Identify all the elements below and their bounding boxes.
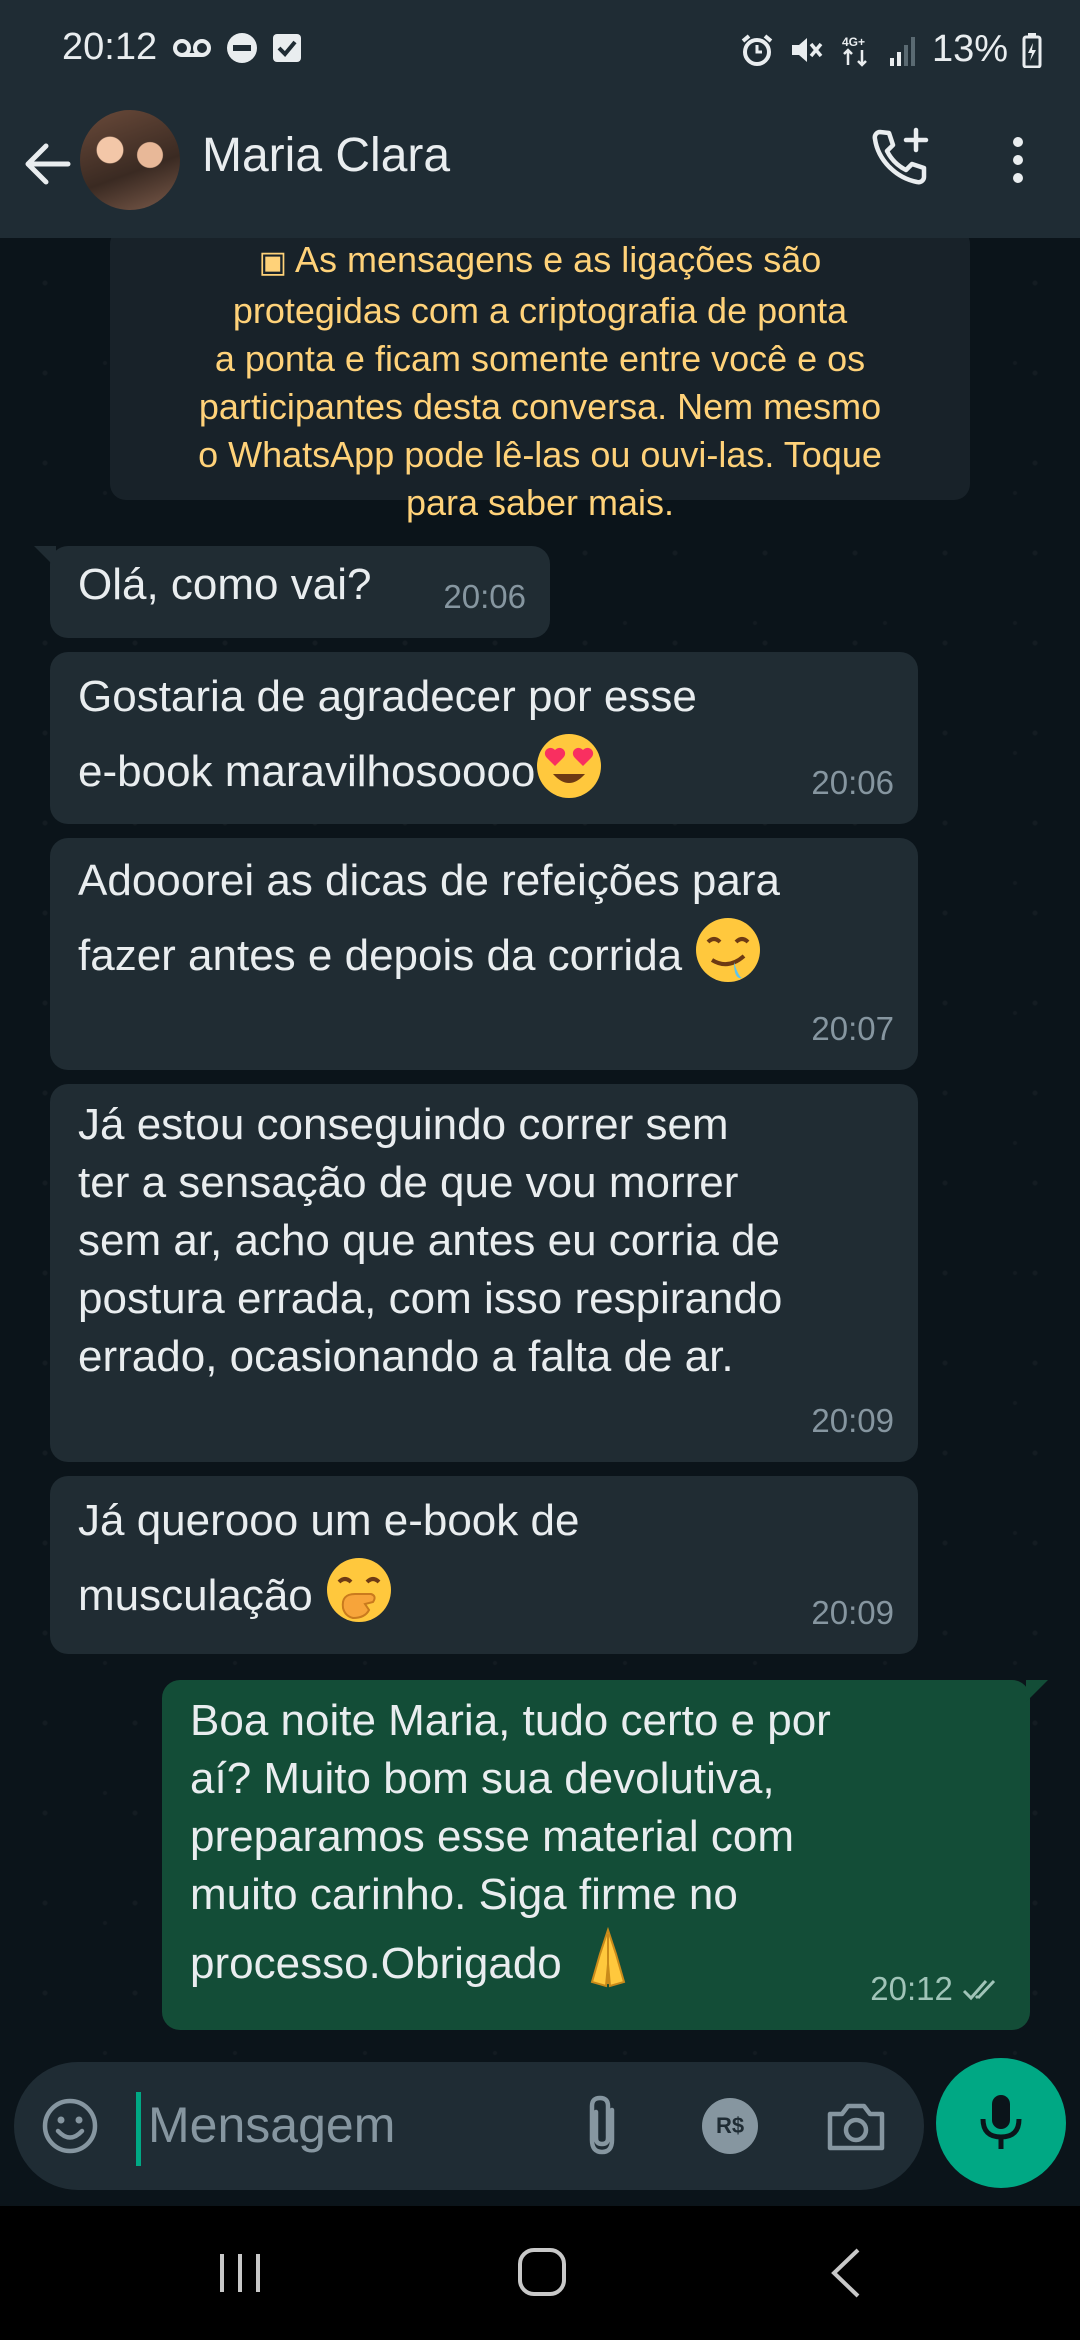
message-text: Já estou conseguindo correr sem ter a se… [78,1100,783,1381]
attach-icon[interactable] [574,2092,634,2160]
message-time: 20:09 [811,1402,894,1439]
checkbox-icon [273,34,301,62]
svg-text:4G+: 4G+ [842,35,865,49]
battery-percent: 13% [931,28,1008,70]
alarm-icon [741,33,773,66]
more-options-icon[interactable] [1000,130,1036,190]
message-incoming[interactable]: Gostaria de agradecer por esse e-book ma… [50,652,918,824]
mute-icon [791,37,823,62]
system-nav-bar [0,2206,1080,2340]
heart-eyes-emoji-icon [537,734,602,798]
recent-apps-icon[interactable] [214,2250,266,2296]
text-cursor [136,2092,141,2166]
voicemail-icon [173,39,211,57]
message-time: 20:12 [870,1970,953,2007]
message-text: Já querooo um e-book de musculação [78,1486,890,1631]
message-text: Gostaria de agradecer por esse e-book ma… [78,662,890,807]
voice-record-button[interactable] [936,2058,1066,2188]
lock-icon: ▣ [258,246,288,279]
network-4g-icon: 4G+ [842,35,867,67]
hand-over-mouth-emoji-icon [327,1558,392,1622]
signal-icon [889,36,915,66]
message-text: Boa noite Maria, tudo certo e por aí? Mu… [190,1692,1002,1993]
encryption-notice-line: ▣ As mensagens e as ligações são [110,238,970,287]
message-text: Adooorei as dicas de refeições para faze… [78,846,890,991]
encryption-notice-line: participantes desta conversa. Nem mesmo [198,386,882,427]
status-time: 20:12 [62,26,158,68]
avatar[interactable] [80,110,180,210]
message-time: 20:06 [811,764,894,801]
folded-hands-emoji-icon [590,1926,626,1988]
mic-icon [980,2095,1022,2149]
encryption-notice[interactable]: ▣ As mensagens e as ligações são protegid… [110,238,970,523]
camera-icon[interactable] [824,2096,888,2156]
dnd-icon [227,33,257,63]
message-incoming[interactable]: Já querooo um e-book de musculação 20:09 [50,1476,918,1654]
message-incoming[interactable]: Adooorei as dicas de refeições para faze… [50,838,918,1070]
message-incoming[interactable]: Já estou conseguindo correr sem ter a se… [50,1084,918,1462]
home-icon[interactable] [516,2246,568,2298]
battery-icon [1022,32,1042,68]
encryption-notice-line: para saber mais. [405,482,675,523]
message-time: 20:09 [811,1594,894,1631]
payment-icon[interactable]: R$ [702,2098,758,2154]
nav-back-icon[interactable] [826,2246,866,2300]
add-call-icon[interactable] [868,124,934,190]
message-outgoing[interactable]: Boa noite Maria, tudo certo e por aí? Mu… [162,1680,1048,2030]
drooling-emoji-icon [696,918,761,982]
message-time: 20:07 [811,1010,894,1047]
status-left-icons [172,32,302,64]
message-composer: Mensagem R$ [14,2062,924,2190]
encryption-notice-line: protegidas com a criptografia de ponta [232,290,848,331]
message-incoming[interactable]: Olá, como vai? 20:06 [34,546,550,638]
back-arrow-icon[interactable] [18,134,78,194]
emoji-icon[interactable] [40,2096,100,2156]
bubble-tail [1026,1680,1048,1702]
double-check-icon [962,1977,1006,2003]
message-input[interactable]: Mensagem [148,2096,395,2154]
bubble-tail [34,546,56,568]
chat-header: Maria Clara [0,100,1080,238]
chat-area[interactable]: ▣ As mensagens e as ligações são protegid… [0,238,1080,2058]
contact-name[interactable]: Maria Clara [202,128,450,183]
status-right-icons: 4G+ 13% [740,28,1042,71]
message-meta: 20:12 [870,1960,1006,2018]
status-bar: 20:12 4G+ 13% [0,0,1080,100]
encryption-notice-line: o WhatsApp pode lê-las ou ouvi-las. Toqu… [198,434,882,475]
encryption-notice-line: a ponta e ficam somente entre você e os [214,338,866,379]
message-time: 20:06 [443,578,526,615]
